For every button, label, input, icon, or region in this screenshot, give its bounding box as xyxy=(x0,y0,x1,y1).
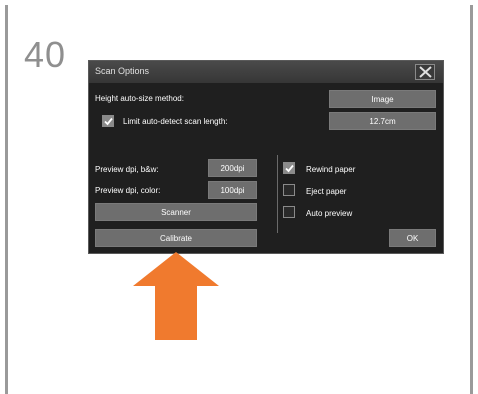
eject-label: Eject paper xyxy=(306,187,347,196)
auto-preview-label: Auto preview xyxy=(306,209,353,218)
limit-label: Limit auto-detect scan length: xyxy=(123,117,228,126)
step-number: 40 xyxy=(24,34,67,75)
height-method-button[interactable]: Image xyxy=(329,90,436,108)
preview-bw-label: Preview dpi, b&w: xyxy=(95,165,159,174)
limit-checkbox[interactable] xyxy=(102,115,114,127)
scan-options-dialog: Scan Options Height auto-size method: Im… xyxy=(88,60,444,254)
dialog-title: Scan Options xyxy=(95,66,150,76)
checkmark-icon xyxy=(285,164,294,173)
height-method-label: Height auto-size method: xyxy=(95,94,184,103)
ok-button[interactable]: OK xyxy=(389,229,436,247)
arrow-up-icon xyxy=(133,252,219,340)
calibrate-button[interactable]: Calibrate xyxy=(95,229,257,247)
preview-color-label: Preview dpi, color: xyxy=(95,186,161,195)
auto-preview-checkbox[interactable] xyxy=(283,206,295,218)
dialog-titlebar: Scan Options xyxy=(89,61,443,83)
eject-checkbox[interactable] xyxy=(283,184,295,196)
column-divider xyxy=(277,155,278,233)
scanner-button[interactable]: Scanner xyxy=(95,203,257,221)
rewind-label: Rewind paper xyxy=(306,165,356,174)
preview-bw-button[interactable]: 200dpi xyxy=(208,159,257,177)
close-icon xyxy=(419,66,432,78)
close-button[interactable] xyxy=(415,64,435,80)
rewind-checkbox[interactable] xyxy=(283,162,295,174)
checkmark-icon xyxy=(104,117,113,126)
limit-value-button[interactable]: 12.7cm xyxy=(329,112,436,130)
preview-color-button[interactable]: 100dpi xyxy=(208,181,257,199)
